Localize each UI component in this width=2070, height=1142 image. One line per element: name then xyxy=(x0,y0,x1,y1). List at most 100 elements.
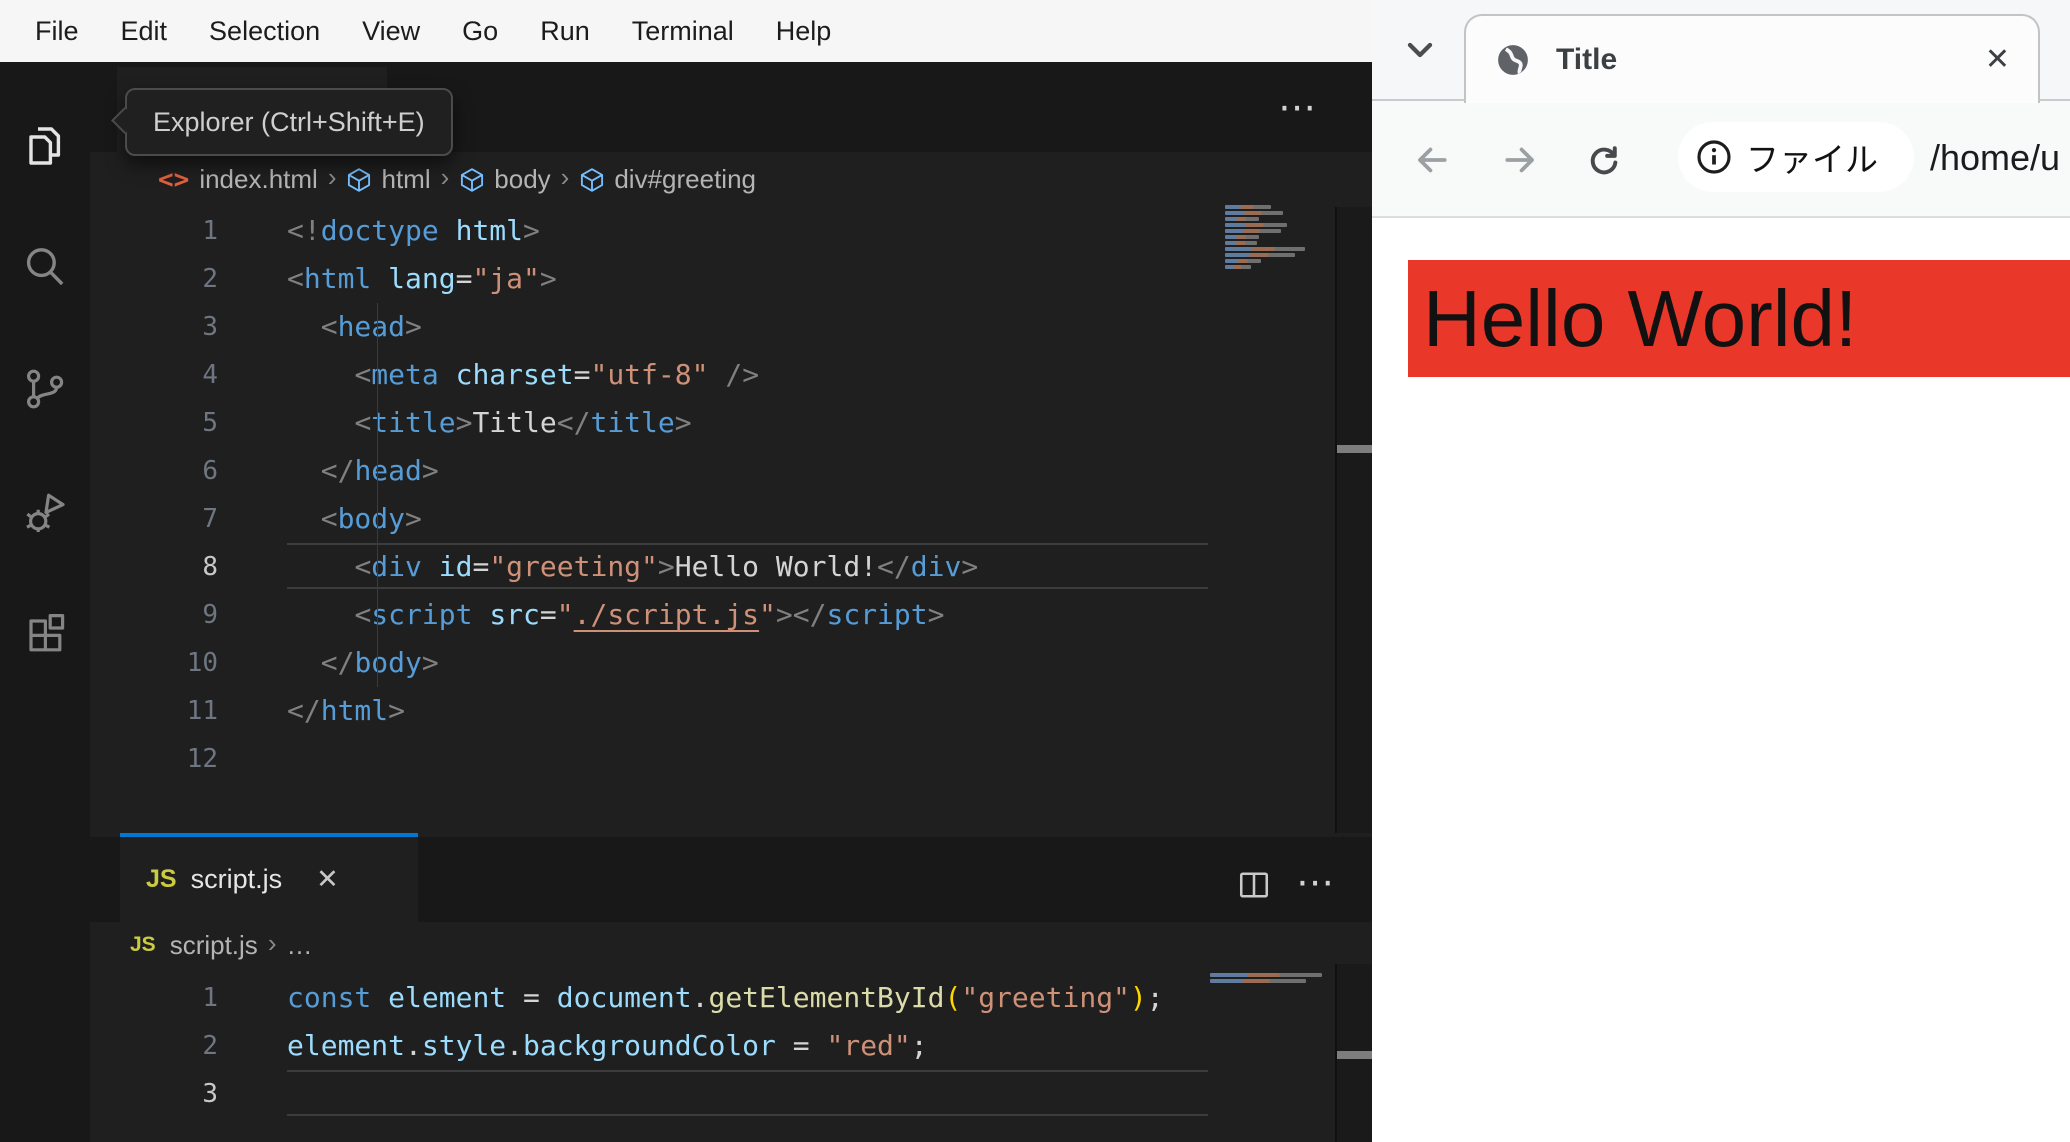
minimap-top[interactable] xyxy=(1225,205,1335,271)
close-icon[interactable]: ✕ xyxy=(316,864,339,895)
minimap-line xyxy=(1225,247,1305,251)
menu-item-view[interactable]: View xyxy=(341,16,441,47)
index-html-code-editor[interactable]: 1 <!doctype html> 2 <html lang="ja"> 3 <head… xyxy=(90,207,1372,833)
overview-ruler-cursor-marker xyxy=(1337,1051,1372,1059)
explorer-icon[interactable] xyxy=(21,122,69,170)
code-line[interactable]: 5 <title>Title</title> xyxy=(90,399,1372,447)
vscode-window: File Edit Selection View Go Run Terminal Help xyxy=(0,0,1372,1142)
chevron-right-icon: › xyxy=(560,162,570,192)
js-file-icon: JS xyxy=(146,865,177,893)
code-text: </head> xyxy=(320,454,439,487)
line-number: 12 xyxy=(186,744,218,774)
forward-icon[interactable] xyxy=(1501,141,1539,179)
line-number: 2 xyxy=(202,1031,218,1061)
breadcrumb-item[interactable]: div#greeting xyxy=(579,164,756,195)
tab-title: Title xyxy=(1556,42,1618,76)
minimap-line xyxy=(1225,253,1295,257)
split-editor-icon[interactable] xyxy=(1236,867,1272,903)
breadcrumb-item[interactable]: body xyxy=(459,164,551,195)
close-icon[interactable]: ✕ xyxy=(1985,42,2010,77)
code-line[interactable]: 6 </head> xyxy=(90,447,1372,495)
chevron-right-icon: › xyxy=(440,162,450,192)
vscode-menu-bar: File Edit Selection View Go Run Terminal Help xyxy=(0,0,1372,62)
symbol-cube-icon xyxy=(346,167,372,193)
panel-actions-more-icon[interactable]: ⋯ xyxy=(1296,863,1334,903)
script-js-code-editor[interactable]: 1 const element = document.getElementById… xyxy=(90,974,1372,1142)
symbol-cube-icon xyxy=(459,167,485,193)
back-icon[interactable] xyxy=(1413,141,1451,179)
run-debug-icon[interactable] xyxy=(21,490,69,538)
code-line[interactable]: 3 <head> xyxy=(90,303,1372,351)
explorer-tooltip: Explorer (Ctrl+Shift+E) xyxy=(125,88,453,156)
breadcrumb-item[interactable]: JS script.js xyxy=(130,930,258,961)
chevron-right-icon: › xyxy=(327,162,337,192)
file-scheme-chip[interactable]: ファイル xyxy=(1678,122,1914,192)
scrollbar-top[interactable] xyxy=(1335,207,1372,833)
code-line[interactable]: 1 <!doctype html> xyxy=(90,207,1372,255)
greeting-banner: Hello World! xyxy=(1408,260,2070,377)
breadcrumb-more[interactable]: … xyxy=(286,930,312,961)
line-number: 8 xyxy=(202,552,218,582)
menu-item-edit[interactable]: Edit xyxy=(100,16,189,47)
menu-item-run[interactable]: Run xyxy=(519,16,611,47)
minimap-panel[interactable] xyxy=(1210,973,1340,985)
reload-icon[interactable] xyxy=(1585,141,1623,179)
code-line[interactable]: 7 <body> xyxy=(90,495,1372,543)
info-icon xyxy=(1696,139,1732,175)
breadcrumb[interactable]: <> index.html › html › body › div#greeting xyxy=(90,152,1372,207)
source-control-icon[interactable] xyxy=(21,365,69,413)
panel-tab-bar: JS script.js ✕ ⋯ xyxy=(90,837,1372,922)
search-icon[interactable] xyxy=(21,243,69,291)
code-line[interactable]: 12 xyxy=(90,735,1372,783)
menu-item-terminal[interactable]: Terminal xyxy=(611,16,755,47)
breadcrumb-item[interactable]: html xyxy=(346,164,431,195)
line-number: 3 xyxy=(202,312,218,342)
panel-breadcrumb[interactable]: JS script.js ›… xyxy=(90,922,1372,968)
menu-item-selection[interactable]: Selection xyxy=(188,16,341,47)
code-line[interactable]: 4 <meta charset="utf-8" /> xyxy=(90,351,1372,399)
minimap-line xyxy=(1225,235,1259,239)
code-line[interactable]: 10 </body> xyxy=(90,639,1372,687)
minimap-line xyxy=(1225,265,1251,269)
menu-item-help[interactable]: Help xyxy=(755,16,853,47)
breadcrumb-item[interactable]: <> index.html xyxy=(158,164,318,195)
line-number: 11 xyxy=(186,696,218,726)
overview-ruler-cursor-marker xyxy=(1337,445,1372,453)
minimap-line xyxy=(1225,217,1259,221)
script-js-tab[interactable]: JS script.js ✕ xyxy=(120,837,418,922)
editor-area: ⋯ <> index.html › html › body › div#greeting 1 <… xyxy=(90,62,1372,1142)
code-line[interactable]: 2 <html lang="ja"> xyxy=(90,255,1372,303)
address-bar-url[interactable]: /home/u xyxy=(1930,137,2060,179)
menu-item-file[interactable]: File xyxy=(14,16,100,47)
current-line-highlight xyxy=(287,543,1208,589)
menu-item-go[interactable]: Go xyxy=(441,16,519,47)
line-number: 3 xyxy=(202,1079,218,1109)
code-line[interactable]: 2 element.style.backgroundColor = "red"; xyxy=(90,1022,1372,1070)
minimap-line xyxy=(1210,979,1306,983)
code-text: <meta charset="utf-8" /> xyxy=(354,358,760,391)
symbol-cube-icon xyxy=(579,167,605,193)
browser-window: Title ✕ ファイル /home/u Hello World! xyxy=(1372,0,2070,1142)
code-text: <head> xyxy=(320,310,422,343)
code-line[interactable]: 9 <script src="./script.js"></script> xyxy=(90,591,1372,639)
code-text: <html lang="ja"> xyxy=(287,262,557,295)
editor-actions-more-icon[interactable]: ⋯ xyxy=(1278,88,1316,128)
chevron-down-icon[interactable] xyxy=(1400,30,1440,70)
scrollbar-panel[interactable] xyxy=(1335,964,1372,1142)
code-line[interactable]: 1 const element = document.getElementById… xyxy=(90,974,1372,1022)
extensions-icon[interactable] xyxy=(21,610,69,658)
code-text: <body> xyxy=(320,502,422,535)
tab-label: script.js xyxy=(190,864,283,894)
active-tab-indicator xyxy=(120,833,418,837)
browser-tab[interactable]: Title ✕ xyxy=(1464,14,2040,103)
code-text: <!doctype html> xyxy=(287,214,540,247)
line-number: 4 xyxy=(202,360,218,390)
line-number: 9 xyxy=(202,600,218,630)
minimap-line xyxy=(1225,223,1287,227)
code-line[interactable]: 11 </html> xyxy=(90,687,1372,735)
indent-guide xyxy=(377,303,378,687)
code-text: </html> xyxy=(287,694,406,727)
browser-toolbar: ファイル /home/u xyxy=(1372,101,2070,216)
browser-tab-strip: Title ✕ xyxy=(1372,0,2070,103)
chip-label: ファイル xyxy=(1746,141,1878,178)
